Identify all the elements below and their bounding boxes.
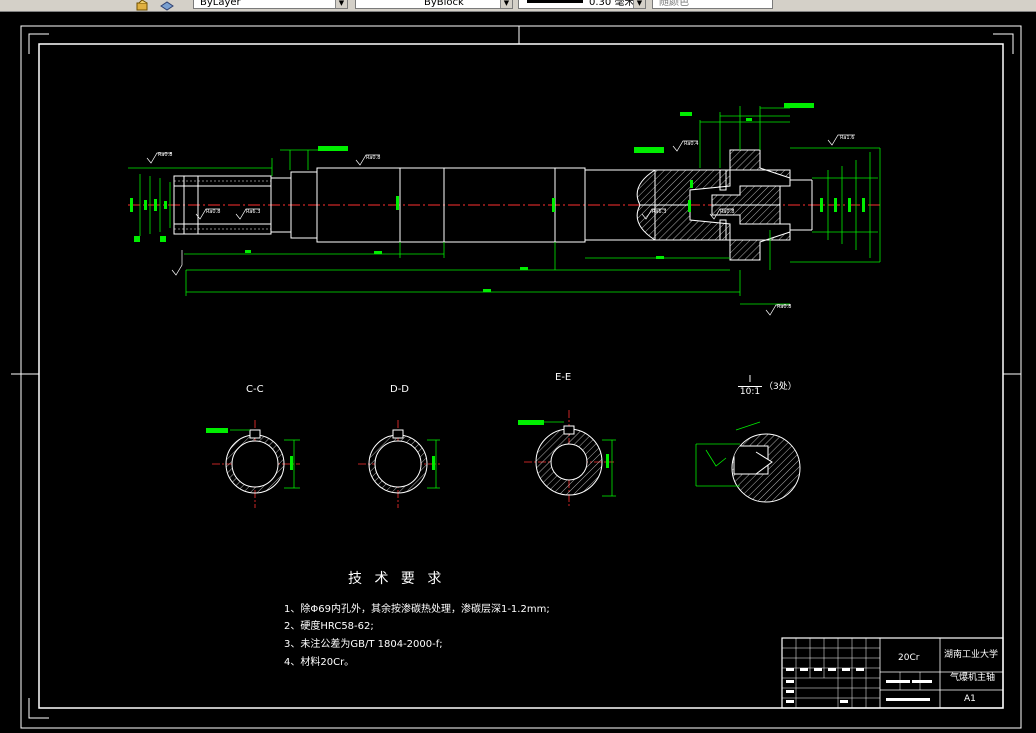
frame-corner-marks: [28, 33, 1014, 719]
detail-label: I 10:1: [738, 374, 762, 397]
tech-requirement-2: 2、硬度HRC58-62;: [284, 621, 374, 632]
frame-center-marks: [11, 26, 1021, 375]
title-block-company: 湖南工业大学: [944, 650, 999, 660]
title-block-material: 20Cr: [898, 653, 920, 663]
section-label-ee: E-E: [555, 372, 572, 383]
svg-text:Ra6.3: Ra6.3: [246, 209, 260, 215]
lineweight-sample-line: [527, 0, 583, 3]
layer-previous-icon[interactable]: [160, 0, 174, 11]
title-block-part-name: 气爆机主轴: [950, 673, 996, 683]
title-block-sheet-size: A1: [964, 694, 976, 704]
color-select-value: ByLayer: [200, 0, 241, 8]
tech-requirement-4: 4、材料20Cr。: [284, 657, 355, 668]
svg-text:Ra0.8: Ra0.8: [206, 209, 220, 215]
tech-requirement-1: 1、除Φ69内孔外，其余按渗碳热处理，渗碳层深1-1.2mm;: [284, 604, 550, 615]
svg-text:Ra0.4: Ra0.4: [684, 141, 698, 147]
lineweight-select-value: 0.30 毫米: [589, 0, 635, 8]
plotstyle-select[interactable]: 随颜色: [652, 0, 773, 9]
section-label-dd: D-D: [390, 384, 410, 395]
linetype-select-value: ByBlock: [424, 0, 464, 8]
svg-text:Ra0.8: Ra0.8: [777, 304, 791, 310]
detail-id: I: [738, 374, 762, 387]
section-dd: [358, 420, 440, 508]
chevron-down-icon[interactable]: ▼: [500, 0, 512, 8]
main-shaft-view: Ra0.8 Ra0.8 Ra0.4 Ra1.6 Ra6.3 Ra0.8 Ra0.…: [128, 103, 881, 316]
section-cc: [206, 420, 300, 508]
tech-requirement-3: 3、未注公差为GB/T 1804-2000-f;: [284, 639, 443, 650]
svg-text:Ra6.3: Ra6.3: [652, 209, 666, 215]
drawing-canvas[interactable]: Ra0.8 Ra0.8 Ra0.4 Ra1.6 Ra6.3 Ra0.8 Ra0.…: [0, 12, 1036, 733]
chevron-down-icon[interactable]: ▼: [633, 0, 645, 8]
properties-toolbar: ByLayer ▼ ByBlock ▼ 0.30 毫米 ▼ 随颜色: [0, 0, 1036, 12]
layer-state-icon[interactable]: [136, 0, 150, 11]
lineweight-select[interactable]: 0.30 毫米 ▼: [518, 0, 646, 9]
section-ee: [518, 410, 616, 508]
plotstyle-select-value: 随颜色: [659, 0, 689, 8]
svg-text:Ra0.8: Ra0.8: [720, 209, 734, 215]
chevron-down-icon[interactable]: ▼: [335, 0, 347, 8]
svg-text:Ra0.8: Ra0.8: [366, 155, 380, 161]
color-select[interactable]: ByLayer ▼: [193, 0, 348, 9]
detail-scale: 10:1: [739, 387, 761, 397]
outer-frame: [20, 25, 1022, 729]
tech-requirements-title: 技 术 要 求: [348, 571, 446, 587]
svg-text:Ra1.6: Ra1.6: [840, 135, 854, 141]
section-label-cc: C-C: [246, 384, 264, 395]
linetype-select[interactable]: ByBlock ▼: [355, 0, 513, 9]
detail-count: （3处）: [764, 382, 797, 392]
svg-text:Ra0.8: Ra0.8: [158, 152, 172, 158]
detail-i: [695, 421, 801, 503]
